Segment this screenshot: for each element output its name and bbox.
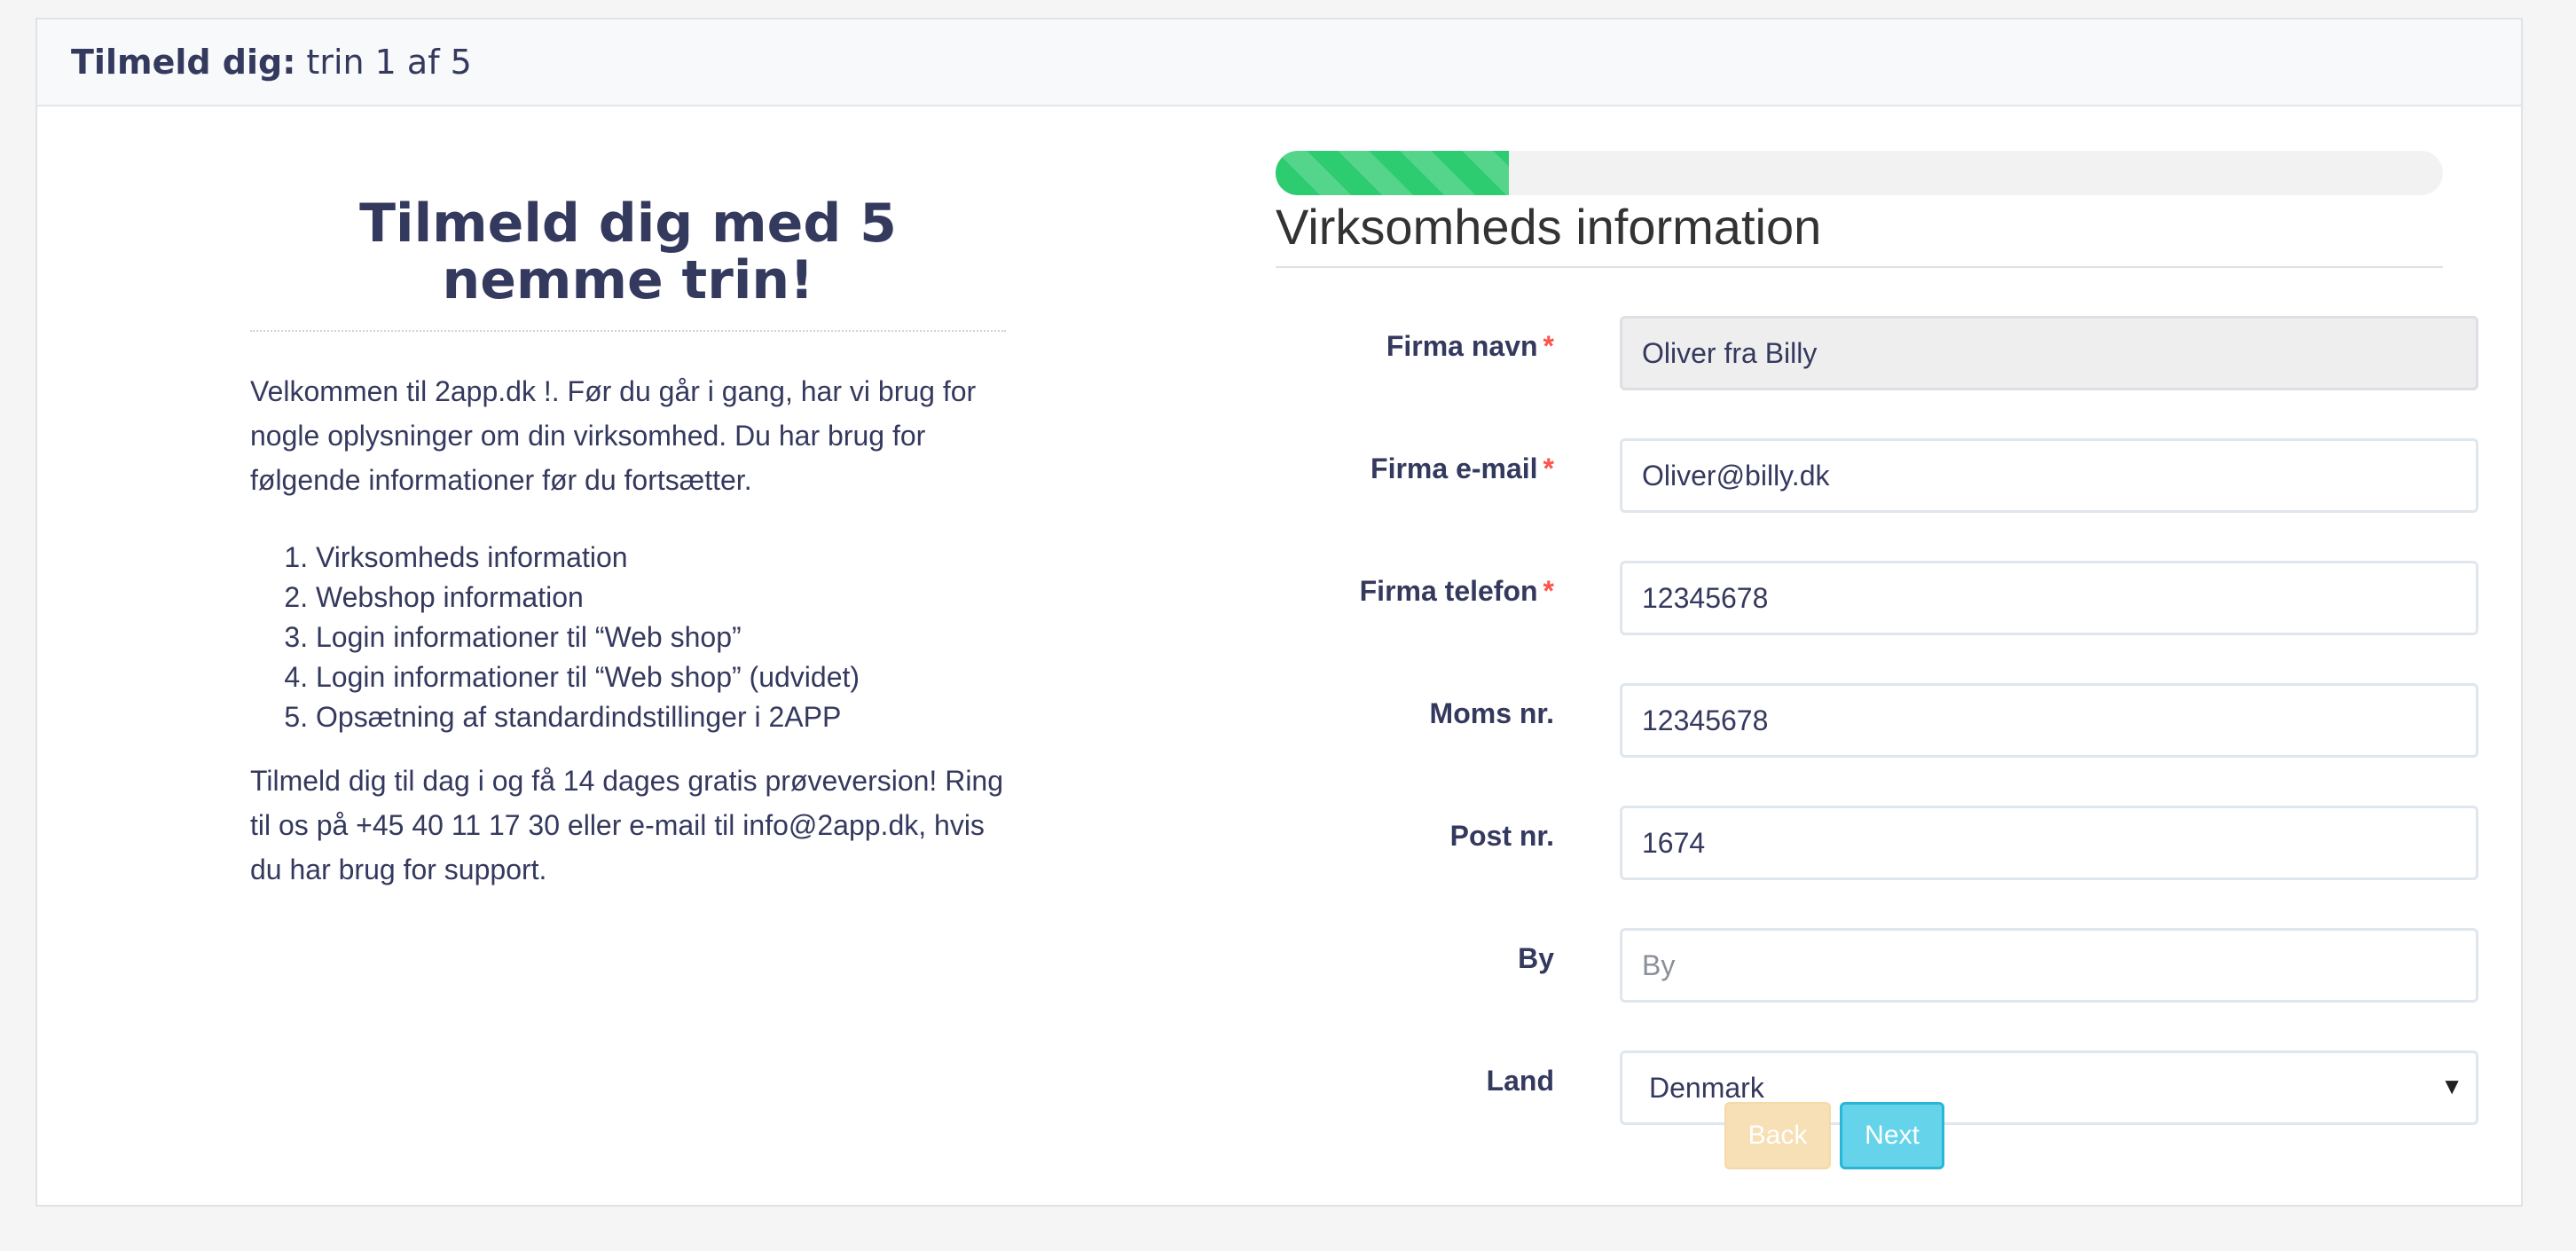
firma-telefon-input[interactable] xyxy=(1620,561,2478,635)
form-row-firma-email: Firma e-mail * xyxy=(1276,438,2478,513)
form-row-by: By xyxy=(1276,928,2478,1003)
progress-fill xyxy=(1276,151,1510,195)
firma-navn-input[interactable] xyxy=(1620,316,2478,390)
by-input[interactable] xyxy=(1620,928,2478,1003)
by-label: By xyxy=(1518,942,1554,974)
list-item: Opsætning af standardindstillinger i 2AP… xyxy=(316,697,1006,737)
moms-nr-input[interactable] xyxy=(1620,683,2478,758)
intro-title: Tilmeld dig med 5 nemme trin! xyxy=(250,195,1006,332)
firma-navn-label: Firma navn * xyxy=(1386,330,1554,362)
progress-bar xyxy=(1276,151,2443,195)
land-selected-value: Denmark xyxy=(1649,1071,1764,1104)
required-mark: * xyxy=(1543,330,1554,362)
required-mark: * xyxy=(1543,452,1554,484)
moms-nr-label: Moms nr. xyxy=(1429,697,1554,729)
header-title: Tilmeld dig: xyxy=(71,43,296,82)
list-item: Login informationer til “Web shop” xyxy=(316,618,1006,657)
post-nr-input[interactable] xyxy=(1620,806,2478,880)
next-button[interactable]: Next xyxy=(1840,1102,1944,1169)
post-nr-label: Post nr. xyxy=(1449,820,1554,852)
section-title: Virksomheds information xyxy=(1276,199,2443,268)
form-row-moms-nr: Moms nr. xyxy=(1276,683,2478,758)
required-mark: * xyxy=(1543,575,1554,607)
form-row-post-nr: Post nr. xyxy=(1276,806,2478,880)
wizard-buttons: Back Next xyxy=(1724,1102,1944,1169)
list-item: Virksomheds information xyxy=(316,538,1006,578)
form-row-firma-telefon: Firma telefon * xyxy=(1276,561,2478,635)
list-item: Login informationer til “Web shop” (udvi… xyxy=(316,657,1006,697)
header-step-indicator: trin 1 af 5 xyxy=(306,43,472,82)
back-button[interactable]: Back xyxy=(1724,1102,1831,1169)
form-column: Virksomheds information Firma navn* Firm… xyxy=(1276,87,2478,1125)
support-paragraph: Tilmeld dig til dag i og få 14 dages gra… xyxy=(250,765,1004,885)
intro-column: Tilmeld dig med 5 nemme trin! Velkommen … xyxy=(250,87,1006,892)
caret-down-icon: ▼ xyxy=(2440,1073,2463,1099)
land-label: Land xyxy=(1486,1065,1554,1097)
firma-email-input[interactable] xyxy=(1620,438,2478,513)
list-item: Webshop information xyxy=(316,578,1006,618)
firma-telefon-label: Firma telefon * xyxy=(1359,575,1554,607)
form-row-firma-navn: Firma navn * xyxy=(1276,316,2478,390)
firma-email-label: Firma e-mail * xyxy=(1370,452,1554,484)
steps-list: Virksomheds information Webshop informat… xyxy=(250,538,1006,737)
intro-paragraph: Velkommen til 2app.dk !. Før du går i ga… xyxy=(250,375,977,496)
